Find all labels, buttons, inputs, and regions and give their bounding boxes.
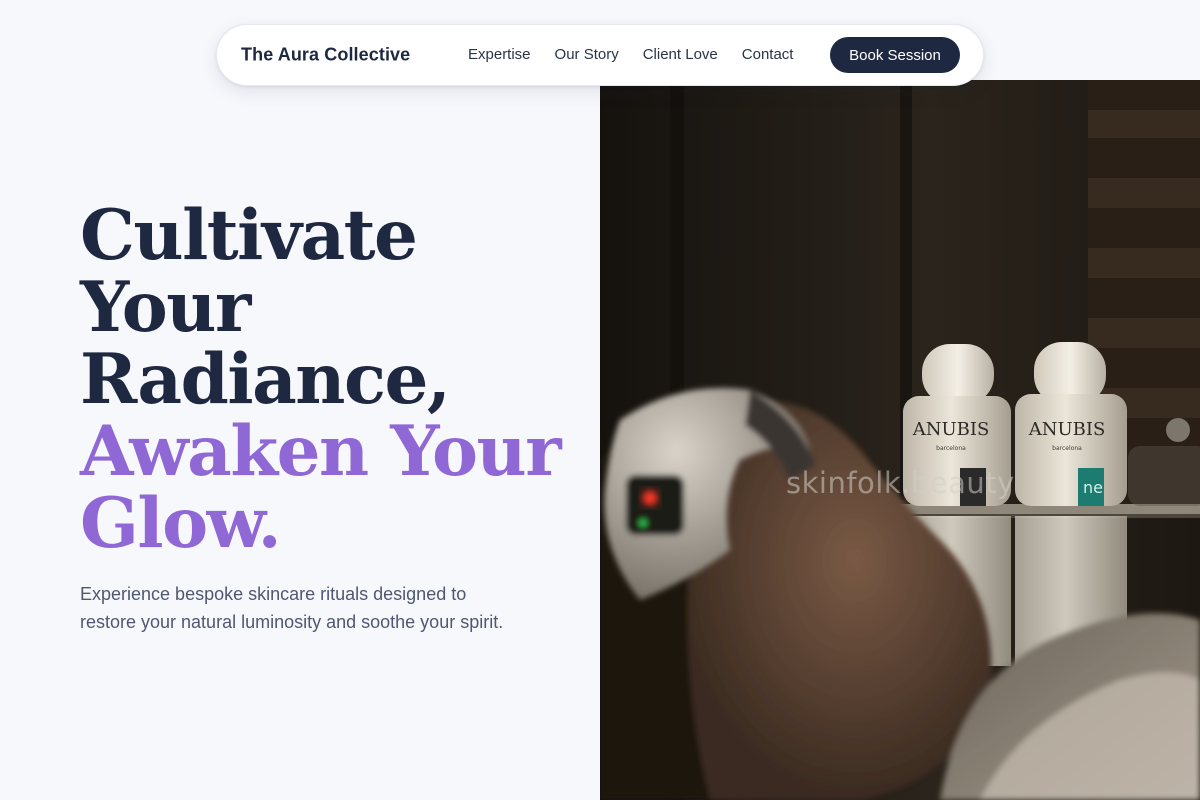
- headline-accent-line-1: Awaken Your: [80, 411, 562, 492]
- headline-line-1: Cultivate: [80, 195, 418, 276]
- hero-headline: Cultivate Your Radiance, Awaken Your Glo…: [80, 200, 580, 560]
- nav-links: Expertise Our Story Client Love Contact: [468, 46, 793, 64]
- top-navigation: The Aura Collective Expertise Our Story …: [216, 24, 984, 86]
- hero-subtitle: Experience bespoke skincare rituals desi…: [80, 584, 504, 632]
- nav-link-client-love[interactable]: Client Love: [643, 46, 718, 63]
- bottle-brand-left: ANUBIS: [912, 419, 990, 440]
- headline-line-2: Your: [80, 267, 251, 348]
- nav-link-expertise[interactable]: Expertise: [468, 46, 531, 63]
- headline-line-3: Radiance,: [80, 339, 451, 420]
- hero-photo-illustration: ne ANUBIS barcelona ANUBIS barcelona: [600, 80, 1200, 800]
- watermark-text: skinfolk.beauty: [786, 466, 1015, 500]
- headline-accent-line-2: Glow.: [80, 483, 282, 564]
- nav-link-contact[interactable]: Contact: [742, 46, 794, 63]
- nav-link-our-story[interactable]: Our Story: [555, 46, 619, 63]
- svg-text:ne: ne: [1083, 478, 1103, 497]
- hero-photo-skincare-treatment: ne ANUBIS barcelona ANUBIS barcelona ski…: [600, 80, 1200, 800]
- book-session-button[interactable]: Book Session: [830, 37, 960, 73]
- bottle-sub-right: barcelona: [1052, 445, 1082, 452]
- brand-logo-text[interactable]: The Aura Collective: [241, 45, 410, 66]
- bottle-brand-right: ANUBIS: [1028, 419, 1106, 440]
- bottle-sub-left: barcelona: [936, 445, 966, 452]
